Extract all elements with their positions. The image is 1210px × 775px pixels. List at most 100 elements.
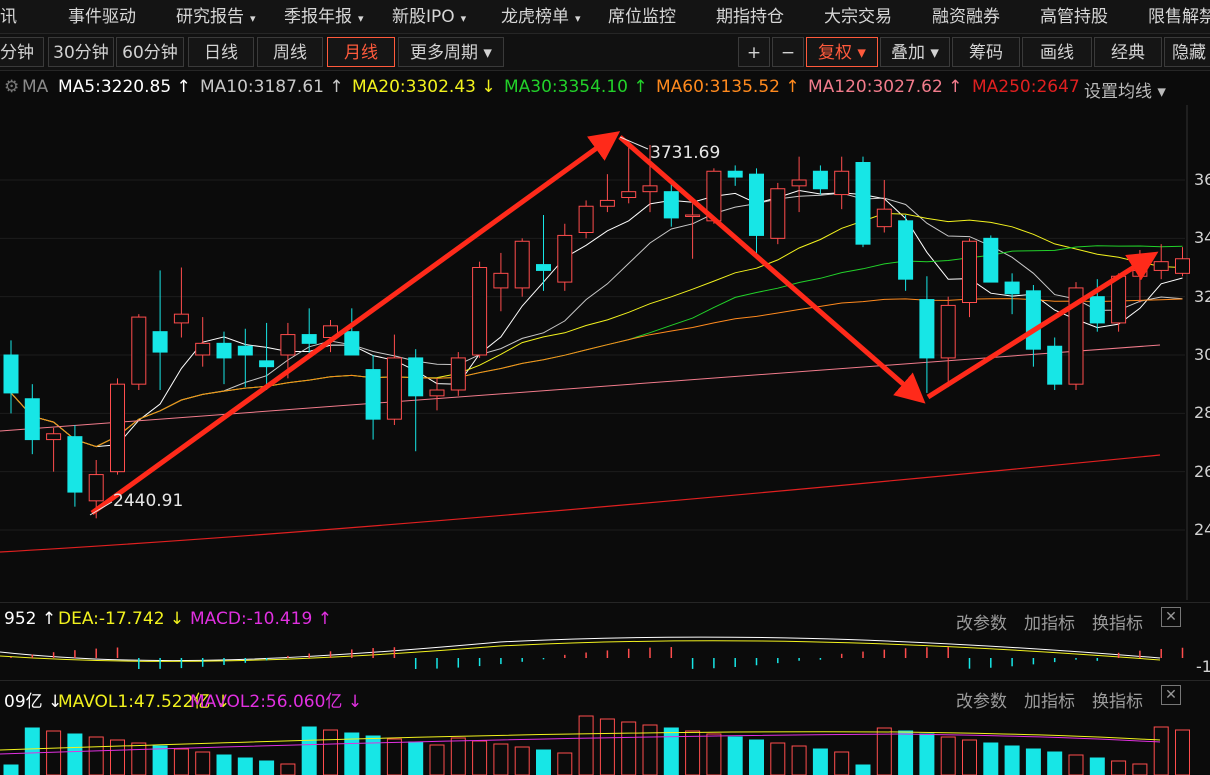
vol-close-icon[interactable]: ✕ bbox=[1161, 685, 1181, 705]
chevron-down-icon: ▾ bbox=[358, 12, 364, 25]
candle-body[interactable] bbox=[642, 185, 658, 193]
candle-body[interactable] bbox=[685, 214, 701, 217]
candle-body[interactable] bbox=[301, 334, 317, 344]
toolbar-button[interactable]: − bbox=[772, 37, 804, 67]
candle-body[interactable] bbox=[1004, 281, 1020, 295]
toolbar-button[interactable]: 复权 ▾ bbox=[806, 37, 878, 67]
candle-body[interactable] bbox=[599, 199, 615, 207]
vol-option-button[interactable]: 换指标 bbox=[1092, 687, 1143, 712]
volume-bar bbox=[216, 754, 232, 775]
candle-body[interactable] bbox=[429, 389, 445, 397]
nav-item[interactable]: 高管持股 bbox=[1040, 0, 1108, 33]
candle-body[interactable] bbox=[727, 170, 743, 178]
macd-option-button[interactable]: 换指标 bbox=[1092, 609, 1143, 634]
toolbar-button[interactable]: 叠加 ▾ bbox=[880, 37, 950, 67]
candle-body[interactable] bbox=[770, 188, 786, 239]
candle-body[interactable] bbox=[1047, 345, 1063, 385]
candle-body[interactable] bbox=[365, 369, 381, 420]
candle-body[interactable] bbox=[237, 345, 253, 356]
candle-body[interactable] bbox=[216, 342, 232, 359]
nav-item[interactable]: 讯 bbox=[0, 0, 17, 33]
macd-option-button[interactable]: 加指标 bbox=[1024, 609, 1075, 634]
trend-arrow-icon: ↑ bbox=[312, 609, 332, 629]
candle-body[interactable] bbox=[152, 331, 168, 353]
candle-body[interactable] bbox=[791, 179, 807, 187]
volume-bar bbox=[46, 730, 62, 775]
price-tick-label: 34 bbox=[1194, 228, 1210, 248]
candle-body[interactable] bbox=[493, 272, 509, 289]
candle-body[interactable] bbox=[962, 240, 977, 303]
candle-body[interactable] bbox=[919, 299, 935, 359]
nav-item[interactable]: 大宗交易 bbox=[824, 0, 892, 33]
nav-item[interactable]: 限售解禁 bbox=[1148, 0, 1210, 33]
period-button[interactable]: 30分钟 bbox=[48, 37, 114, 67]
macd-value: 952 ↑ bbox=[4, 609, 57, 629]
nav-item[interactable]: 融资融券 bbox=[932, 0, 1000, 33]
candle-body[interactable] bbox=[173, 313, 189, 324]
vol-option-button[interactable]: 改参数 bbox=[956, 687, 1007, 712]
candle-body[interactable] bbox=[812, 170, 828, 190]
period-button[interactable]: 月线 bbox=[327, 37, 395, 67]
nav-item[interactable]: 新股IPO ▾ bbox=[392, 0, 466, 33]
toolbar-button[interactable]: 筹码 bbox=[952, 37, 1020, 67]
toolbar-button[interactable]: 隐藏 bbox=[1164, 37, 1210, 67]
candle-body[interactable] bbox=[280, 334, 296, 356]
candle-body[interactable] bbox=[557, 234, 573, 283]
volume-bar bbox=[1004, 745, 1020, 775]
ma-settings-icon[interactable]: ⚙ bbox=[4, 77, 19, 97]
period-button[interactable]: 周线 bbox=[257, 37, 323, 67]
nav-item[interactable]: 龙虎榜单 ▾ bbox=[501, 0, 581, 33]
candle-body[interactable] bbox=[1175, 258, 1190, 274]
period-button[interactable]: 日线 bbox=[188, 37, 254, 67]
candle-body[interactable] bbox=[855, 162, 871, 245]
period-button[interactable]: 60分钟 bbox=[116, 37, 184, 67]
nav-item[interactable]: 季报年报 ▾ bbox=[284, 0, 364, 33]
candle-body[interactable] bbox=[3, 354, 19, 394]
candle-body[interactable] bbox=[1111, 275, 1127, 324]
candle-body[interactable] bbox=[408, 357, 424, 397]
candle-body[interactable] bbox=[450, 357, 466, 391]
candle-body[interactable] bbox=[386, 357, 402, 420]
candle-body[interactable] bbox=[834, 170, 850, 196]
candle-body[interactable] bbox=[259, 360, 275, 368]
nav-item[interactable]: 事件驱动 bbox=[68, 0, 136, 33]
period-button[interactable]: 分钟 bbox=[0, 37, 44, 67]
candle-body[interactable] bbox=[110, 383, 125, 473]
candle-body[interactable] bbox=[1153, 261, 1169, 271]
candle-body[interactable] bbox=[195, 342, 211, 356]
toolbar-button[interactable]: + bbox=[738, 37, 770, 67]
candle-body[interactable] bbox=[536, 264, 551, 271]
macd-chart[interactable] bbox=[0, 632, 1210, 680]
toolbar-button[interactable]: 经典 bbox=[1094, 37, 1162, 67]
toolbar-button[interactable]: 画线 bbox=[1022, 37, 1092, 67]
candle-body[interactable] bbox=[1025, 290, 1041, 350]
candle-body[interactable] bbox=[344, 331, 360, 356]
nav-item[interactable]: 期指持仓 bbox=[716, 0, 784, 33]
candle-body[interactable] bbox=[1089, 296, 1105, 324]
candle-body[interactable] bbox=[1132, 269, 1148, 277]
candle-body[interactable] bbox=[46, 433, 62, 441]
candle-body[interactable] bbox=[472, 267, 488, 356]
candle-body[interactable] bbox=[876, 208, 892, 228]
candle-body[interactable] bbox=[749, 173, 764, 236]
nav-item[interactable]: 研究报告 ▾ bbox=[176, 0, 256, 33]
candle-body[interactable] bbox=[24, 398, 40, 441]
macd-option-button[interactable]: 改参数 bbox=[956, 609, 1007, 634]
candle-body[interactable] bbox=[663, 191, 679, 219]
ma-settings-button[interactable]: 设置均线 ▾ bbox=[1084, 77, 1166, 102]
candle-body[interactable] bbox=[983, 237, 999, 283]
candle-body[interactable] bbox=[131, 316, 147, 385]
period-button[interactable]: 更多周期 ▾ bbox=[398, 37, 504, 67]
vol-option-button[interactable]: 加指标 bbox=[1024, 687, 1075, 712]
candle-body[interactable] bbox=[88, 474, 104, 502]
candle-body[interactable] bbox=[514, 240, 530, 289]
candle-body[interactable] bbox=[67, 436, 83, 493]
candle-body[interactable] bbox=[940, 304, 956, 359]
nav-item[interactable]: 席位监控 bbox=[608, 0, 676, 33]
candle-body[interactable] bbox=[898, 220, 914, 280]
candle-body[interactable] bbox=[578, 205, 594, 233]
volume-chart[interactable] bbox=[0, 710, 1210, 775]
candle-body[interactable] bbox=[621, 191, 637, 198]
macd-close-icon[interactable]: ✕ bbox=[1161, 607, 1181, 627]
candlestick-chart[interactable]: 3731.69 2440.91 bbox=[0, 105, 1210, 600]
